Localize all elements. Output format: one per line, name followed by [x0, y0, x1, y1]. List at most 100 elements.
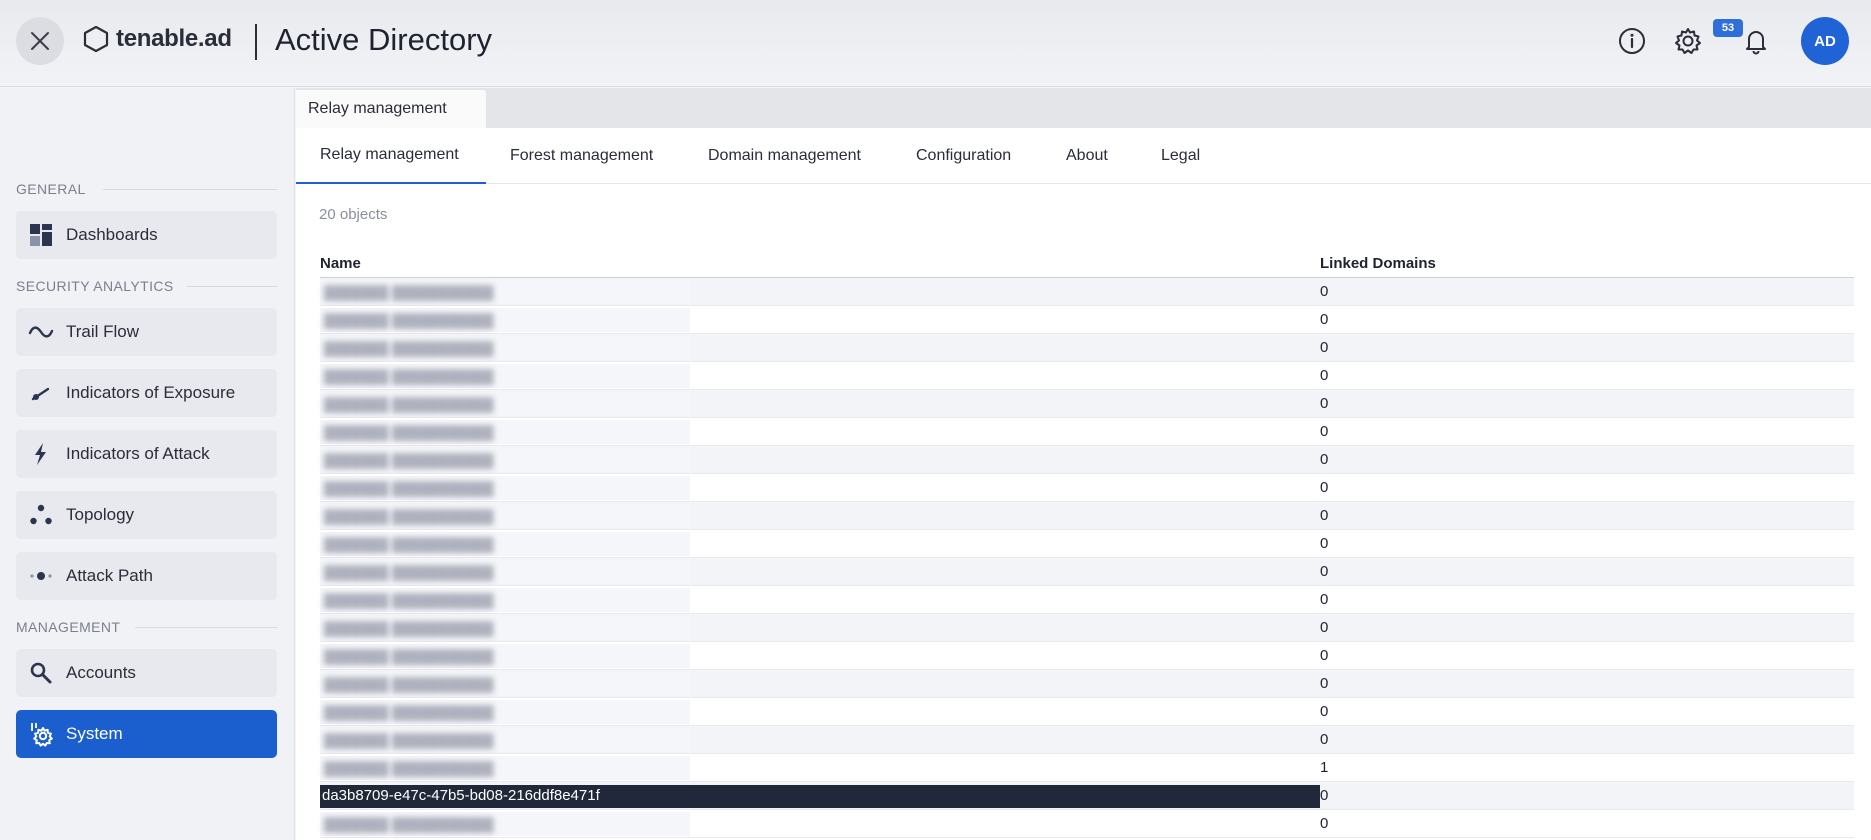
cell-linked-domains: 0: [1320, 367, 1329, 384]
redacted-name: ███████ ███████████: [320, 756, 690, 780]
redacted-name: ███████ ███████████: [320, 448, 690, 472]
redacted-name: ███████ ███████████: [320, 672, 690, 696]
redacted-name: ███████ ███████████: [320, 420, 690, 444]
object-count: 20 objects: [319, 206, 388, 223]
sidebar-item-accounts[interactable]: Accounts: [16, 649, 277, 697]
table-row[interactable]: ███████ ███████████ 0: [320, 306, 1854, 334]
close-button[interactable]: [16, 17, 64, 65]
main-content: Relay management Relay management Forest…: [296, 88, 1871, 840]
info-button[interactable]: [1617, 26, 1647, 56]
section-label-management: MANAGEMENT: [16, 619, 121, 635]
sidebar-item-indicators-of-exposure[interactable]: Indicators of Exposure: [16, 369, 277, 417]
tab-domain-management[interactable]: Domain management: [708, 128, 861, 184]
redacted-name: ███████ ███████████: [320, 700, 690, 724]
table-row[interactable]: ███████ ███████████ 1: [320, 754, 1854, 782]
redacted-name-text: ███████ ███████████: [324, 593, 494, 608]
redacted-name-text: ███████ ███████████: [324, 537, 494, 552]
redacted-name-text: ███████ ███████████: [324, 341, 494, 356]
tenable-logo[interactable]: tenable.ad: [82, 25, 232, 53]
table-row[interactable]: ███████ ███████████ 0: [320, 558, 1854, 586]
table-row[interactable]: ███████ ███████████ 0: [320, 362, 1854, 390]
table-row[interactable]: ███████ ███████████ 0: [320, 586, 1854, 614]
cell-linked-domains: 0: [1320, 647, 1329, 664]
redacted-name-text: ███████ ███████████: [324, 313, 494, 328]
topology-icon: [28, 502, 54, 528]
redacted-name: ███████ ███████████: [320, 308, 690, 332]
top-tab-relay-management[interactable]: Relay management: [296, 90, 486, 128]
table-row[interactable]: ███████ ███████████ 0: [320, 446, 1854, 474]
table-row[interactable]: ███████ ███████████ 0: [320, 530, 1854, 558]
column-header-linked-domains[interactable]: Linked Domains: [1320, 255, 1436, 272]
sidebar-item-label: Topology: [66, 505, 135, 524]
sidebar-item-label: Attack Path: [66, 566, 153, 585]
close-icon: [31, 32, 49, 50]
cell-name: da3b8709-e47c-47b5-bd08-216ddf8e471f: [322, 787, 600, 804]
info-icon: [1619, 28, 1645, 54]
column-header-name[interactable]: Name: [320, 255, 361, 272]
table-row[interactable]: ███████ ███████████ 0: [320, 418, 1854, 446]
tab-legal[interactable]: Legal: [1161, 128, 1200, 184]
redacted-name-text: ███████ ███████████: [324, 565, 494, 580]
tab-forest-management[interactable]: Forest management: [510, 128, 653, 184]
sidebar-item-label: Accounts: [66, 663, 136, 682]
redacted-name-text: ███████ ███████████: [324, 481, 494, 496]
bell-icon: [1746, 31, 1766, 55]
sidebar-item-dashboards[interactable]: Dashboards: [16, 211, 277, 259]
gauge-icon: [28, 380, 54, 406]
gear-icon: [1675, 28, 1701, 54]
section-divider: [135, 627, 277, 628]
redacted-name-text: ███████ ███████████: [324, 733, 494, 748]
table-row[interactable]: ███████ ███████████ 0: [320, 810, 1854, 838]
table-row[interactable]: ███████ ███████████ 0: [320, 726, 1854, 754]
redacted-name-text: ███████ ███████████: [324, 369, 494, 384]
table-header: Name Linked Domains: [320, 253, 1854, 278]
redacted-name: ███████ ███████████: [320, 336, 690, 360]
table-row[interactable]: ███████ ███████████ 0: [320, 642, 1854, 670]
redacted-name-text: ███████ ███████████: [324, 677, 494, 692]
logo-text: tenable.ad: [116, 25, 232, 52]
redacted-name-text: ███████ ███████████: [324, 621, 494, 636]
avatar[interactable]: AD: [1801, 17, 1849, 65]
sidebar-item-attack-path[interactable]: Attack Path: [16, 552, 277, 600]
table-row[interactable]: ███████ ███████████ 0: [320, 614, 1854, 642]
sidebar-item-topology[interactable]: Topology: [16, 491, 277, 539]
table-row[interactable]: ███████ ███████████ 0: [320, 278, 1854, 306]
table-row[interactable]: ███████ ███████████ 0: [320, 698, 1854, 726]
app-header: tenable.ad Active Directory 53 AD: [0, 0, 1871, 87]
dashboard-icon: [28, 222, 54, 248]
top-tabstrip: Relay management: [296, 88, 1871, 128]
cell-linked-domains: 0: [1320, 731, 1329, 748]
table-row[interactable]: ███████ ███████████ 0: [320, 502, 1854, 530]
redacted-name: ███████ ███████████: [320, 364, 690, 388]
section-label-general: GENERAL: [16, 181, 86, 197]
key-search-icon: [28, 660, 54, 686]
wave-icon: [28, 319, 54, 345]
section-divider: [187, 286, 277, 287]
sidebar-item-system[interactable]: System: [16, 710, 277, 758]
tab-relay-management[interactable]: Relay management: [296, 128, 486, 184]
cell-linked-domains: 0: [1320, 395, 1329, 412]
table-row[interactable]: ███████ ███████████ 0: [320, 474, 1854, 502]
cell-linked-domains: 0: [1320, 311, 1329, 328]
redacted-name-text: ███████ ███████████: [324, 397, 494, 412]
settings-button[interactable]: [1673, 26, 1703, 56]
header-divider: [255, 24, 257, 60]
table-row[interactable]: da3b8709-e47c-47b5-bd08-216ddf8e471f 0: [320, 782, 1854, 810]
redacted-name-text: ███████ ███████████: [324, 817, 494, 832]
sidebar-item-indicators-of-attack[interactable]: Indicators of Attack: [16, 430, 277, 478]
cell-linked-domains: 1: [1320, 759, 1329, 776]
tab-about[interactable]: About: [1066, 128, 1108, 184]
tab-configuration[interactable]: Configuration: [916, 128, 1011, 184]
redacted-name-text: ███████ ███████████: [324, 453, 494, 468]
cell-linked-domains: 0: [1320, 479, 1329, 496]
redacted-name: ███████ ███████████: [320, 392, 690, 416]
table-row[interactable]: ███████ ███████████ 0: [320, 334, 1854, 362]
redacted-name: ███████ ███████████: [320, 588, 690, 612]
page-title: Active Directory: [275, 22, 493, 57]
redacted-name-text: ███████ ███████████: [324, 509, 494, 524]
table-row[interactable]: ███████ ███████████ 0: [320, 390, 1854, 418]
cell-linked-domains: 0: [1320, 675, 1329, 692]
sidebar-item-trail-flow[interactable]: Trail Flow: [16, 308, 277, 356]
table-row[interactable]: ███████ ███████████ 0: [320, 670, 1854, 698]
notifications-button[interactable]: [1741, 26, 1771, 56]
